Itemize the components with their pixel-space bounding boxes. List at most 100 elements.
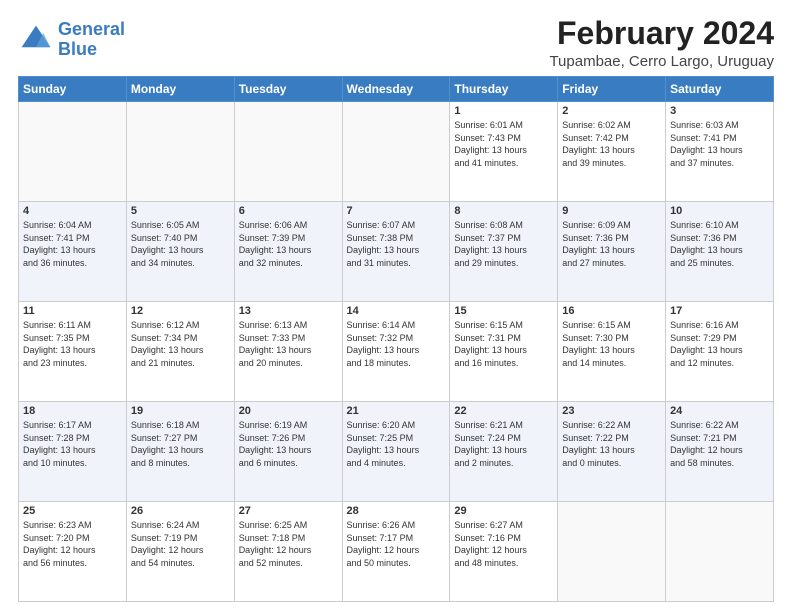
- day-number: 18: [23, 405, 122, 417]
- calendar-cell: [19, 102, 127, 202]
- calendar-cell: [234, 102, 342, 202]
- calendar-cell: 14Sunrise: 6:14 AM Sunset: 7:32 PM Dayli…: [342, 302, 450, 402]
- calendar-cell: 9Sunrise: 6:09 AM Sunset: 7:36 PM Daylig…: [558, 202, 666, 302]
- day-info: Sunrise: 6:20 AM Sunset: 7:25 PM Dayligh…: [347, 419, 446, 469]
- calendar-cell: 19 Sunrise: 6:18 AM Sunset: 7:27 PM Dayli…: [126, 402, 234, 502]
- logo-icon: [18, 22, 54, 58]
- day-info: Sunrise: 6:15 AM Sunset: 7:31 PM Dayligh…: [454, 319, 553, 369]
- day-number: 25: [23, 505, 122, 517]
- day-info: Sunrise: 6:06 AM Sunset: 7:39 PM Dayligh…: [239, 219, 338, 269]
- calendar-cell: 21 Sunrise: 6:20 AM Sunset: 7:25 PM Dayli…: [342, 402, 450, 502]
- calendar-cell: 5 Sunrise: 6:05 AM Sunset: 7:40 PM Daylig…: [126, 202, 234, 302]
- day-number: 24: [670, 405, 769, 417]
- calendar-cell: 17 Sunrise: 6:16 AM Sunset: 7:29 PM Dayli…: [666, 302, 774, 402]
- day-number: 13: [239, 305, 338, 317]
- day-info: Sunrise: 6:24 AM Sunset: 7:19 PM Dayligh…: [131, 519, 230, 569]
- day-number: 20: [239, 405, 338, 417]
- day-number: 2: [562, 105, 661, 117]
- day-info: Sunrise: 6:22 AM Sunset: 7:21 PM Dayligh…: [670, 419, 769, 469]
- calendar-cell: 11 Sunrise: 6:11 AM Sunset: 7:35 PM Dayli…: [19, 302, 127, 402]
- calendar-cell: 20 Sunrise: 6:19 AM Sunset: 7:26 PM Dayli…: [234, 402, 342, 502]
- col-friday: Friday: [558, 77, 666, 102]
- logo: General Blue: [18, 20, 125, 60]
- calendar-cell: 15Sunrise: 6:15 AM Sunset: 7:31 PM Dayli…: [450, 302, 558, 402]
- day-number: 23: [562, 405, 661, 417]
- calendar-cell: 18Sunrise: 6:17 AM Sunset: 7:28 PM Dayli…: [19, 402, 127, 502]
- header: General Blue February 2024 Tupambae, Cer…: [18, 16, 774, 70]
- day-info: Sunrise: 6:25 AM Sunset: 7:18 PM Dayligh…: [239, 519, 338, 569]
- page: General Blue February 2024 Tupambae, Cer…: [0, 0, 792, 612]
- calendar-cell: 29 Sunrise: 6:27 AM Sunset: 7:16 PM Dayli…: [450, 502, 558, 602]
- calendar-cell: 16 Sunrise: 6:15 AM Sunset: 7:30 PM Dayli…: [558, 302, 666, 402]
- col-sunday: Sunday: [19, 77, 127, 102]
- calendar-cell: 22 Sunrise: 6:21 AM Sunset: 7:24 PM Dayli…: [450, 402, 558, 502]
- col-tuesday: Tuesday: [234, 77, 342, 102]
- day-number: 29: [454, 505, 553, 517]
- calendar-cell: 12Sunrise: 6:12 AM Sunset: 7:34 PM Dayli…: [126, 302, 234, 402]
- day-number: 28: [347, 505, 446, 517]
- day-info: Sunrise: 6:16 AM Sunset: 7:29 PM Dayligh…: [670, 319, 769, 369]
- day-number: 1: [454, 105, 553, 117]
- logo-line2: Blue: [58, 39, 97, 59]
- calendar-cell: 3 Sunrise: 6:03 AM Sunset: 7:41 PM Daylig…: [666, 102, 774, 202]
- day-number: 11: [23, 305, 122, 317]
- title-block: February 2024 Tupambae, Cerro Largo, Uru…: [549, 16, 774, 70]
- day-info: Sunrise: 6:18 AM Sunset: 7:27 PM Dayligh…: [131, 419, 230, 469]
- day-info: Sunrise: 6:03 AM Sunset: 7:41 PM Dayligh…: [670, 119, 769, 169]
- day-info: Sunrise: 6:09 AM Sunset: 7:36 PM Dayligh…: [562, 219, 661, 269]
- calendar-cell: 4 Sunrise: 6:04 AM Sunset: 7:41 PM Daylig…: [19, 202, 127, 302]
- day-info: Sunrise: 6:05 AM Sunset: 7:40 PM Dayligh…: [131, 219, 230, 269]
- sub-title: Tupambae, Cerro Largo, Uruguay: [549, 53, 774, 70]
- calendar-cell: 27 Sunrise: 6:25 AM Sunset: 7:18 PM Dayli…: [234, 502, 342, 602]
- calendar-week-2: 4 Sunrise: 6:04 AM Sunset: 7:41 PM Daylig…: [19, 202, 774, 302]
- day-info: Sunrise: 6:15 AM Sunset: 7:30 PM Dayligh…: [562, 319, 661, 369]
- main-title: February 2024: [549, 16, 774, 51]
- day-number: 19: [131, 405, 230, 417]
- day-info: Sunrise: 6:10 AM Sunset: 7:36 PM Dayligh…: [670, 219, 769, 269]
- calendar-cell: 8Sunrise: 6:08 AM Sunset: 7:37 PM Daylig…: [450, 202, 558, 302]
- calendar-week-1: 1 Sunrise: 6:01 AM Sunset: 7:43 PM Daylig…: [19, 102, 774, 202]
- day-info: Sunrise: 6:21 AM Sunset: 7:24 PM Dayligh…: [454, 419, 553, 469]
- calendar-header-row: Sunday Monday Tuesday Wednesday Thursday…: [19, 77, 774, 102]
- day-info: Sunrise: 6:19 AM Sunset: 7:26 PM Dayligh…: [239, 419, 338, 469]
- calendar-cell: [666, 502, 774, 602]
- calendar-cell: 1 Sunrise: 6:01 AM Sunset: 7:43 PM Daylig…: [450, 102, 558, 202]
- day-info: Sunrise: 6:12 AM Sunset: 7:34 PM Dayligh…: [131, 319, 230, 369]
- calendar-cell: 28 Sunrise: 6:26 AM Sunset: 7:17 PM Dayli…: [342, 502, 450, 602]
- logo-line1: General: [58, 19, 125, 39]
- day-number: 21: [347, 405, 446, 417]
- day-number: 17: [670, 305, 769, 317]
- day-number: 5: [131, 205, 230, 217]
- day-info: Sunrise: 6:27 AM Sunset: 7:16 PM Dayligh…: [454, 519, 553, 569]
- calendar-cell: 26 Sunrise: 6:24 AM Sunset: 7:19 PM Dayli…: [126, 502, 234, 602]
- day-number: 27: [239, 505, 338, 517]
- col-wednesday: Wednesday: [342, 77, 450, 102]
- calendar-cell: [558, 502, 666, 602]
- calendar-cell: 24 Sunrise: 6:22 AM Sunset: 7:21 PM Dayli…: [666, 402, 774, 502]
- calendar-week-5: 25Sunrise: 6:23 AM Sunset: 7:20 PM Dayli…: [19, 502, 774, 602]
- day-info: Sunrise: 6:07 AM Sunset: 7:38 PM Dayligh…: [347, 219, 446, 269]
- day-info: Sunrise: 6:11 AM Sunset: 7:35 PM Dayligh…: [23, 319, 122, 369]
- day-info: Sunrise: 6:01 AM Sunset: 7:43 PM Dayligh…: [454, 119, 553, 169]
- day-number: 16: [562, 305, 661, 317]
- day-number: 7: [347, 205, 446, 217]
- day-number: 8: [454, 205, 553, 217]
- calendar-cell: [126, 102, 234, 202]
- day-number: 22: [454, 405, 553, 417]
- day-info: Sunrise: 6:13 AM Sunset: 7:33 PM Dayligh…: [239, 319, 338, 369]
- day-info: Sunrise: 6:26 AM Sunset: 7:17 PM Dayligh…: [347, 519, 446, 569]
- day-info: Sunrise: 6:22 AM Sunset: 7:22 PM Dayligh…: [562, 419, 661, 469]
- day-info: Sunrise: 6:02 AM Sunset: 7:42 PM Dayligh…: [562, 119, 661, 169]
- day-number: 6: [239, 205, 338, 217]
- calendar-week-4: 18Sunrise: 6:17 AM Sunset: 7:28 PM Dayli…: [19, 402, 774, 502]
- logo-text: General Blue: [58, 20, 125, 60]
- day-info: Sunrise: 6:04 AM Sunset: 7:41 PM Dayligh…: [23, 219, 122, 269]
- day-number: 26: [131, 505, 230, 517]
- col-thursday: Thursday: [450, 77, 558, 102]
- col-monday: Monday: [126, 77, 234, 102]
- col-saturday: Saturday: [666, 77, 774, 102]
- day-number: 3: [670, 105, 769, 117]
- calendar-table: Sunday Monday Tuesday Wednesday Thursday…: [18, 76, 774, 602]
- calendar-cell: 10Sunrise: 6:10 AM Sunset: 7:36 PM Dayli…: [666, 202, 774, 302]
- day-number: 4: [23, 205, 122, 217]
